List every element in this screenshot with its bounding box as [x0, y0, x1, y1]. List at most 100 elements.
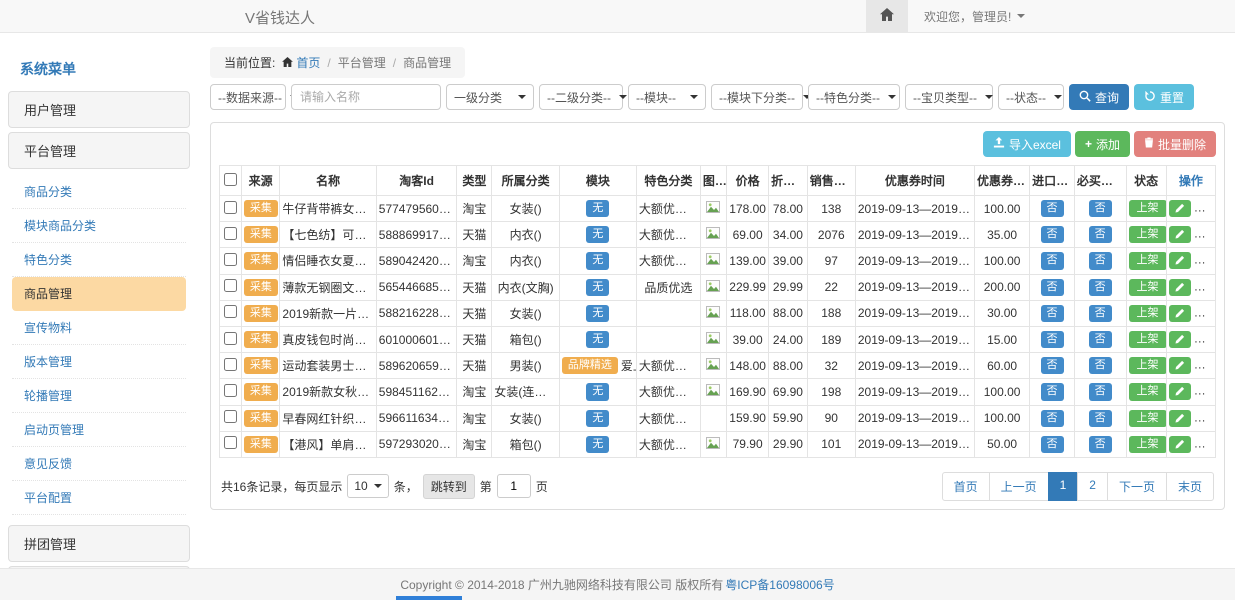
must-buy-badge[interactable]: 否: [1074, 405, 1126, 431]
import-select-badge[interactable]: 否: [1030, 248, 1075, 274]
jump-page-input[interactable]: [497, 474, 531, 498]
top-navbar: V省钱达人 欢迎您，管理员!: [0, 0, 1235, 33]
row-checkbox[interactable]: [224, 436, 237, 449]
sidebar-item-意见反馈[interactable]: 意见反馈: [12, 447, 186, 481]
edit-button[interactable]: [1169, 436, 1191, 453]
sidebar-item-轮播管理[interactable]: 轮播管理: [12, 379, 186, 413]
sidebar-item-商品分类[interactable]: 商品分类: [12, 175, 186, 209]
row-checkbox[interactable]: [224, 384, 237, 397]
import-select-badge[interactable]: 否: [1030, 300, 1075, 326]
import-select-badge[interactable]: 否: [1030, 222, 1075, 248]
home-icon: [880, 8, 894, 24]
filter-select-module-subcategory[interactable]: --模块下分类--: [711, 84, 803, 110]
edit-button[interactable]: [1169, 331, 1191, 348]
status-badge[interactable]: 上架: [1126, 379, 1166, 405]
import-select-badge[interactable]: 否: [1030, 431, 1075, 457]
status-badge[interactable]: 上架: [1126, 300, 1166, 326]
edit-button[interactable]: [1169, 383, 1191, 400]
select-all-checkbox[interactable]: [224, 173, 237, 186]
status-badge[interactable]: 上架: [1126, 326, 1166, 352]
edit-button[interactable]: [1169, 226, 1191, 243]
row-checkbox[interactable]: [224, 410, 237, 423]
sidebar-item-版本管理[interactable]: 版本管理: [12, 345, 186, 379]
status-badge[interactable]: 上架: [1126, 405, 1166, 431]
status-badge[interactable]: 上架: [1126, 353, 1166, 379]
import-select-badge[interactable]: 否: [1030, 405, 1075, 431]
edit-button[interactable]: [1169, 410, 1191, 427]
row-checkbox[interactable]: [224, 279, 237, 292]
filter-select-special-category[interactable]: --特色分类--: [808, 84, 900, 110]
filter-select-status[interactable]: --状态--: [998, 84, 1064, 110]
must-buy-badge[interactable]: 否: [1074, 379, 1126, 405]
icp-link[interactable]: 粤ICP备16098006号: [725, 576, 834, 593]
must-buy-badge[interactable]: 否: [1074, 431, 1126, 457]
sidebar-item-特色分类[interactable]: 特色分类: [12, 243, 186, 277]
page-button-2[interactable]: 2: [1077, 472, 1108, 501]
must-buy-badge[interactable]: 否: [1074, 196, 1126, 222]
sidebar-group-拼团管理[interactable]: 拼团管理: [8, 525, 190, 562]
edit-button[interactable]: [1169, 305, 1191, 322]
page-button-末页[interactable]: 末页: [1166, 472, 1214, 501]
import-select-badge[interactable]: 否: [1030, 274, 1075, 300]
special-category: [636, 300, 700, 326]
edit-button[interactable]: [1169, 200, 1191, 217]
row-checkbox[interactable]: [224, 305, 237, 318]
jump-button[interactable]: 跳转到: [423, 474, 475, 499]
filter-select-module[interactable]: --模块--: [628, 84, 706, 110]
sidebar-group-用户管理[interactable]: 用户管理: [8, 91, 190, 128]
search-button[interactable]: 查询: [1069, 84, 1129, 110]
filter-select-level2-category[interactable]: --二级分类--: [539, 84, 623, 110]
must-buy-badge[interactable]: 否: [1074, 300, 1126, 326]
filter-input-name-search[interactable]: [291, 84, 441, 110]
column-header-折后价: 折后价: [769, 166, 808, 196]
must-buy-badge[interactable]: 否: [1074, 326, 1126, 352]
status-badge[interactable]: 上架: [1126, 248, 1166, 274]
user-menu[interactable]: 欢迎您，管理员!: [908, 8, 1041, 25]
edit-button[interactable]: [1169, 279, 1191, 296]
batch-delete-button[interactable]: 批量删除: [1134, 131, 1216, 157]
filter-select-level1-category[interactable]: 一级分类: [446, 84, 534, 110]
edit-button[interactable]: [1169, 357, 1191, 374]
edit-button[interactable]: [1169, 252, 1191, 269]
status-badge[interactable]: 上架: [1126, 431, 1166, 457]
import-select-badge[interactable]: 否: [1030, 326, 1075, 352]
sidebar-item-商品管理[interactable]: 商品管理: [12, 277, 186, 311]
import-excel-button[interactable]: 导入excel: [983, 131, 1071, 157]
sidebar-item-模块商品分类[interactable]: 模块商品分类: [12, 209, 186, 243]
sidebar-item-平台配置[interactable]: 平台配置: [12, 481, 186, 515]
must-buy-badge[interactable]: 否: [1074, 274, 1126, 300]
reset-button[interactable]: 重置: [1134, 84, 1194, 110]
must-buy-badge[interactable]: 否: [1074, 353, 1126, 379]
sidebar-item-宣传物料[interactable]: 宣传物料: [12, 311, 186, 345]
import-select-badge[interactable]: 否: [1030, 353, 1075, 379]
filter-select-data-source[interactable]: --数据来源--: [210, 84, 286, 110]
breadcrumb-item-平台管理[interactable]: 平台管理: [338, 54, 386, 71]
must-buy-badge[interactable]: 否: [1074, 248, 1126, 274]
row-checkbox[interactable]: [224, 253, 237, 266]
filter-select-item-type[interactable]: --宝贝类型--: [905, 84, 993, 110]
page-button-上一页[interactable]: 上一页: [989, 472, 1049, 501]
page-button-首页[interactable]: 首页: [942, 472, 990, 501]
goods-category: 内衣(): [492, 248, 559, 274]
sidebar-group-平台管理[interactable]: 平台管理: [8, 132, 190, 169]
import-select-badge[interactable]: 否: [1030, 379, 1075, 405]
page-button-下一页[interactable]: 下一页: [1107, 472, 1167, 501]
page-size-select[interactable]: 10: [347, 474, 388, 498]
add-button[interactable]: + 添加: [1075, 131, 1130, 157]
coupon-amount: 100.00: [975, 379, 1030, 405]
home-button[interactable]: [866, 0, 908, 32]
row-checkbox[interactable]: [224, 227, 237, 240]
page-button-1[interactable]: 1: [1048, 472, 1079, 501]
taoke-id: 597293020870: [376, 431, 457, 457]
import-select-badge[interactable]: 否: [1030, 196, 1075, 222]
status-badge[interactable]: 上架: [1126, 196, 1166, 222]
status-badge[interactable]: 上架: [1126, 274, 1166, 300]
sales-count: 2076: [807, 222, 855, 248]
must-buy-badge[interactable]: 否: [1074, 222, 1126, 248]
status-badge[interactable]: 上架: [1126, 222, 1166, 248]
breadcrumb-link-首页[interactable]: 首页: [282, 54, 320, 71]
sidebar-item-启动页管理[interactable]: 启动页管理: [12, 413, 186, 447]
row-checkbox[interactable]: [224, 201, 237, 214]
row-checkbox[interactable]: [224, 332, 237, 345]
row-checkbox[interactable]: [224, 358, 237, 371]
